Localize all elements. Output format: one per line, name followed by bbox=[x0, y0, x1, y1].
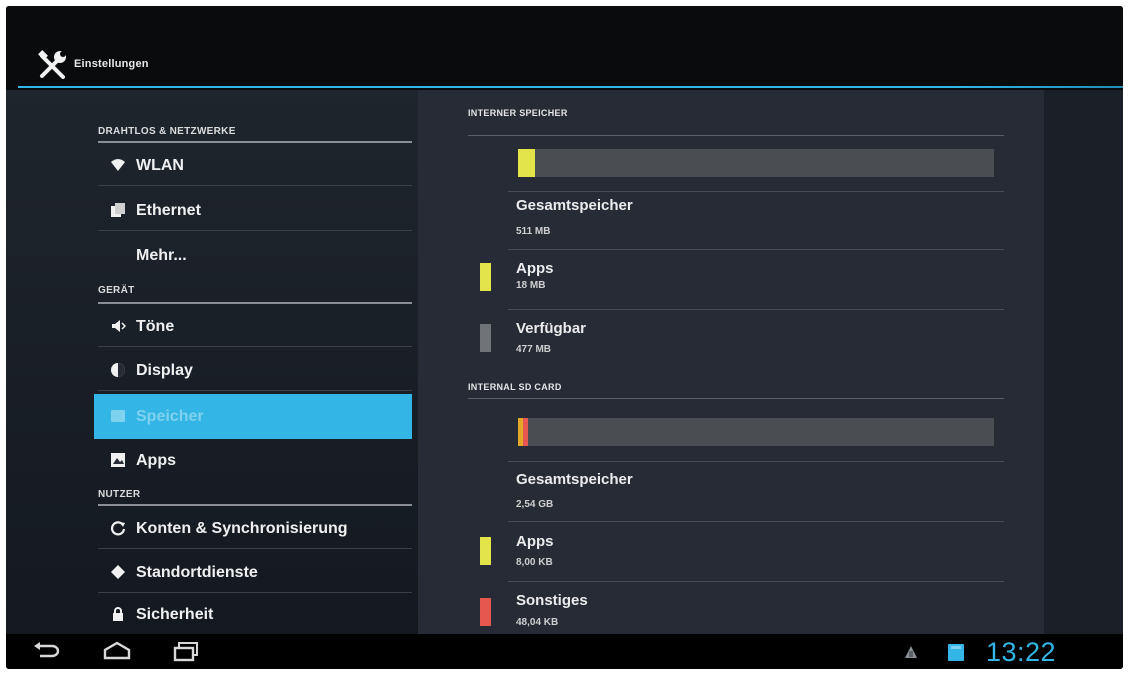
row-value: 48,04 KB bbox=[516, 617, 559, 628]
section-rule bbox=[468, 398, 1004, 399]
nav-item-wlan[interactable]: WLAN bbox=[94, 145, 412, 186]
nav-item-label: Sicherheit bbox=[136, 606, 214, 623]
row-value: 2,54 GB bbox=[516, 499, 554, 510]
section-header-device: GERÄT bbox=[98, 285, 135, 296]
internal-usage-fill bbox=[518, 149, 535, 177]
row-separator bbox=[508, 191, 1004, 192]
row-separator bbox=[508, 521, 1004, 522]
system-bar: 13:22 bbox=[6, 634, 1123, 669]
location-icon bbox=[111, 565, 125, 579]
nav-item-label: Töne bbox=[136, 318, 175, 335]
nav-item-display[interactable]: Display bbox=[94, 350, 412, 391]
apps-color-swatch bbox=[480, 263, 491, 291]
nav-separator bbox=[98, 230, 412, 231]
nav-item-label: Mehr... bbox=[136, 247, 187, 264]
storage-detail-pane: INTERNER SPEICHER Gesamtspeicher 511 MB … bbox=[418, 90, 1044, 634]
row-separator bbox=[508, 581, 1004, 582]
nav-item-accounts-sync[interactable]: Konten & Synchronisierung bbox=[94, 508, 412, 549]
section-rule bbox=[98, 141, 412, 143]
row-title: Verfügbar bbox=[516, 320, 587, 337]
row-value: 511 MB bbox=[516, 226, 551, 237]
usb-debug-notification-icon[interactable] bbox=[902, 643, 920, 661]
wifi-icon bbox=[111, 159, 125, 171]
storage-icon bbox=[111, 410, 125, 422]
sdcard-usage-fill bbox=[518, 418, 528, 446]
nav-separator bbox=[98, 346, 412, 347]
row-title: Gesamtspeicher bbox=[516, 197, 633, 214]
nav-separator bbox=[98, 185, 412, 186]
sdcard-usage-bar bbox=[518, 418, 994, 446]
internal-storage-header: INTERNER SPEICHER bbox=[468, 108, 568, 118]
app-title: Einstellungen bbox=[74, 58, 149, 70]
section-header-wireless: DRAHTLOS & NETZWERKE bbox=[98, 126, 236, 137]
nav-item-ethernet[interactable]: Ethernet bbox=[94, 190, 412, 231]
row-separator bbox=[508, 309, 1004, 310]
tablet-screen: Einstellungen DRAHTLOS & NETZWERKE WLAN … bbox=[6, 6, 1123, 669]
free-color-swatch bbox=[480, 324, 491, 352]
row-separator bbox=[508, 249, 1004, 250]
row-value: 8,00 KB bbox=[516, 557, 553, 568]
tools-icon[interactable] bbox=[36, 48, 70, 82]
internal-usage-bar bbox=[518, 149, 994, 177]
clock[interactable]: 13:22 bbox=[986, 637, 1056, 668]
nav-item-location[interactable]: Standortdienste bbox=[94, 552, 412, 593]
nav-item-more[interactable]: Mehr... bbox=[94, 235, 412, 275]
row-separator bbox=[508, 461, 1004, 462]
detail-margin bbox=[1044, 90, 1123, 634]
sync-icon bbox=[110, 521, 126, 536]
nav-separator bbox=[98, 548, 412, 549]
row-title: Apps bbox=[516, 260, 554, 277]
lock-icon bbox=[113, 607, 123, 621]
section-rule bbox=[98, 504, 412, 506]
nav-item-label: Apps bbox=[136, 452, 176, 469]
nav-item-label: Standortdienste bbox=[136, 564, 258, 581]
home-icon[interactable] bbox=[100, 640, 134, 662]
action-bar: Einstellungen bbox=[6, 6, 1123, 90]
nav-item-label: Display bbox=[136, 362, 193, 379]
nav-item-apps[interactable]: Apps bbox=[94, 440, 412, 481]
settings-content: DRAHTLOS & NETZWERKE WLAN Ethernet Mehr.… bbox=[6, 90, 1123, 634]
row-title: Apps bbox=[516, 533, 554, 550]
nav-separator bbox=[98, 592, 412, 593]
action-bar-divider bbox=[18, 86, 1123, 88]
section-rule bbox=[468, 135, 1004, 136]
row-value: 477 MB bbox=[516, 344, 552, 355]
row-title: Gesamtspeicher bbox=[516, 471, 633, 488]
nav-item-label: Konten & Synchronisierung bbox=[136, 520, 348, 537]
sdcard-storage-header: INTERNAL SD CARD bbox=[468, 382, 562, 392]
ethernet-icon bbox=[111, 203, 125, 217]
apps-color-swatch bbox=[480, 537, 491, 565]
back-icon[interactable] bbox=[30, 640, 64, 662]
recent-apps-icon[interactable] bbox=[170, 640, 204, 662]
row-value: 18 MB bbox=[516, 280, 546, 291]
misc-color-swatch bbox=[480, 598, 491, 626]
section-header-user: NUTZER bbox=[98, 489, 141, 500]
nav-item-label: Ethernet bbox=[136, 202, 201, 219]
speaker-icon bbox=[112, 320, 126, 332]
section-rule bbox=[98, 302, 412, 304]
storage-notification-icon[interactable] bbox=[946, 642, 966, 662]
row-title: Sonstiges bbox=[516, 592, 588, 609]
apps-icon bbox=[111, 453, 125, 467]
nav-item-storage[interactable]: Speicher bbox=[94, 394, 412, 439]
nav-item-sounds[interactable]: Töne bbox=[94, 306, 412, 347]
display-icon bbox=[111, 363, 125, 377]
settings-nav: DRAHTLOS & NETZWERKE WLAN Ethernet Mehr.… bbox=[94, 90, 412, 634]
nav-item-security[interactable]: Sicherheit bbox=[94, 594, 412, 634]
nav-separator bbox=[98, 390, 412, 391]
nav-item-label: WLAN bbox=[136, 157, 184, 174]
nav-item-label: Speicher bbox=[136, 408, 204, 425]
